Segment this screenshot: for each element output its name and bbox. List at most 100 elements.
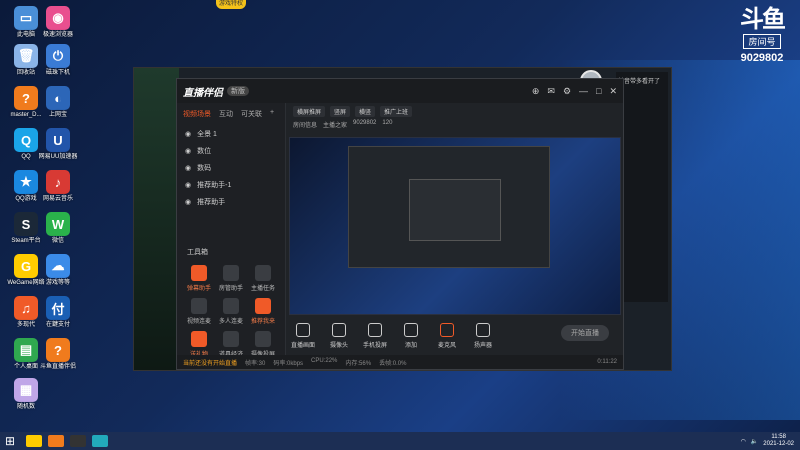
desktop-icon[interactable]: ◐ 上网宝 — [36, 86, 80, 130]
preview-area: 横屏推屏 竖屏 横竖 推广上班 房间信息 主播之家 9029802 120 — [289, 103, 621, 315]
wegame-taskbar-icon[interactable] — [48, 435, 64, 447]
app-icon: ◉ — [46, 6, 70, 30]
preview-mode-button[interactable]: 推广上班 — [380, 106, 413, 117]
tool-button[interactable]: 多人连麦 — [215, 298, 247, 325]
tool-button[interactable]: 视频连麦 — [183, 298, 215, 325]
volume-icon[interactable]: 🔈 — [751, 438, 758, 445]
status-bar: 当前还没有开始直播 帧率:30 码率:0kbps CPU:22% 内存:56% 丢帧:0… — [177, 355, 623, 369]
desktop-icon-label: 上网宝 — [48, 112, 67, 118]
go-live-button[interactable]: 开始直播 — [561, 325, 609, 341]
tab[interactable]: + — [270, 109, 274, 119]
control-icon — [440, 323, 454, 337]
tool-button[interactable]: 推荐我来 — [247, 298, 279, 325]
tool-label: 多人连麦 — [218, 319, 243, 325]
douyu-watermark: 斗鱼 房间号 9029802 — [732, 6, 792, 65]
titlebar-icon[interactable]: ✉ — [547, 86, 555, 97]
control-icon — [332, 323, 346, 337]
desktop-icon-label: 游戏等等 — [45, 280, 70, 286]
eye-icon[interactable]: ◉ — [185, 198, 191, 206]
source-control[interactable]: 扬声器 — [469, 323, 497, 349]
desktop-icon-label: 多现代 — [16, 322, 35, 328]
desktop-icon-label: QQ游戏 — [15, 196, 37, 202]
room-info: 房间信息 主播之家 9029802 120 — [289, 120, 619, 129]
tab[interactable]: 视频场景 — [183, 109, 211, 119]
eye-icon[interactable]: ◉ — [185, 130, 191, 138]
control-icon — [476, 323, 490, 337]
tool-button[interactable]: 道具经济 — [215, 331, 247, 358]
app-icon: ? — [46, 338, 70, 362]
steam-taskbar-icon[interactable] — [70, 435, 86, 447]
scene-label: 推荐助手 — [197, 198, 226, 206]
preview-mode-button[interactable]: 横屏推屏 — [293, 106, 326, 117]
titlebar-controls: ⊕ ✉ ⚙ — □ ✕ — [532, 86, 617, 97]
titlebar-icon[interactable]: ✕ — [609, 86, 617, 97]
tool-button[interactable]: 摄像投屏 — [247, 331, 279, 358]
network-icon[interactable]: ◠ — [741, 438, 746, 445]
app-icon: U — [46, 128, 70, 152]
source-control[interactable]: 摄像头 — [325, 323, 353, 349]
titlebar-icon[interactable]: ⊕ — [532, 86, 540, 97]
desktop-icon-label: 网易云音乐 — [42, 196, 73, 202]
room-label: 房间号 — [743, 34, 781, 49]
control-label: 手机投屏 — [362, 343, 387, 349]
eye-icon[interactable]: ◉ — [185, 147, 191, 155]
app-icon: ♪ — [46, 170, 70, 194]
titlebar-icon[interactable]: ⚙ — [563, 86, 571, 97]
scene-panel: 视频场景 互动 可关联 + ◉ 全景 1 ◉ 数位 ◉ 数码 ◉ 推荐助手-1 ◉ 推荐助手 工具箱 弹… — [177, 103, 286, 369]
tool-label: 推荐我来 — [250, 319, 275, 325]
desktop-icon[interactable]: 付在鍵支付 — [36, 296, 80, 340]
desktop-icon[interactable]: ☁ 游戏等等 — [36, 254, 80, 298]
source-control[interactable]: 直播画面 — [289, 323, 317, 349]
tool-icon — [191, 331, 207, 347]
douyu-logo: 斗鱼 — [740, 6, 786, 33]
tool-button[interactable]: 送礼物 — [183, 331, 215, 358]
preview-mode-button[interactable]: 横竖 — [355, 106, 376, 117]
desktop-icon[interactable]: U 网易UU加速器 — [36, 128, 80, 172]
scene-item[interactable]: ◉ 全景 1 — [177, 125, 285, 142]
live-preview-screen[interactable] — [289, 137, 621, 315]
scene-item[interactable]: ◉ 推荐助手 — [177, 193, 285, 210]
tool-icon — [255, 265, 271, 281]
scene-item[interactable]: ◉ 数位 — [177, 142, 285, 159]
control-label: 麦克风 — [437, 343, 456, 349]
desktop-icon[interactable]: ♪ 网易云音乐 — [36, 170, 80, 214]
desktop-icon[interactable]: ? 斗鱼直播伴侣 — [36, 338, 80, 382]
eye-icon[interactable]: ◉ — [185, 164, 191, 172]
desktop-icon-label: 斗鱼直播伴侣 — [39, 364, 76, 370]
explorer-icon[interactable] — [26, 435, 42, 447]
source-control[interactable]: 手机投屏 — [361, 323, 389, 349]
tool-icon — [255, 298, 271, 314]
clock[interactable]: 11:58 2021-12-02 — [763, 434, 794, 448]
source-control[interactable]: 麦克风 — [433, 323, 461, 349]
eye-icon[interactable]: ◉ — [185, 181, 191, 189]
desktop-icon[interactable]: ▦ 随机数 — [4, 378, 48, 422]
app-icon: ★ — [14, 170, 38, 194]
desktop-icon[interactable]: ⏻ 磁珠下机 — [36, 44, 80, 88]
windows-start-icon[interactable]: ⊞ — [0, 434, 20, 448]
scene-item[interactable]: ◉ 数码 — [177, 159, 285, 176]
game-badge[interactable]: 游戏特权 — [216, 0, 246, 9]
clock-date: 2021-12-02 — [763, 441, 794, 447]
tool-button[interactable]: 房管助手 — [215, 265, 247, 292]
tab[interactable]: 可关联 — [241, 109, 262, 119]
control-label: 直播画面 — [290, 343, 315, 349]
preview-mode-button[interactable]: 竖屏 — [330, 106, 351, 117]
tool-icon — [223, 265, 239, 281]
tool-icon — [255, 331, 271, 347]
taskbar: ⊞ ◠ 🔈 11:58 2021-12-02 — [0, 432, 800, 450]
app-icon: 🗑 — [14, 44, 38, 68]
control-label: 摄像头 — [329, 343, 348, 349]
titlebar-icon[interactable]: — — [579, 86, 588, 97]
tab[interactable]: 互动 — [219, 109, 233, 119]
tool-button[interactable]: 主播任务 — [247, 265, 279, 292]
titlebar-icon[interactable]: □ — [596, 86, 601, 97]
live-app-window: 直播伴侣 新版 ⊕ ✉ ⚙ — □ ✕ 视频场景 互动 可关联 + ◉ 全景 1 ◉ 数位 ◉ 数码 ◉ 推荐… — [176, 78, 624, 370]
tool-button[interactable]: 弹幕助手 — [183, 265, 215, 292]
control-icon — [296, 323, 310, 337]
app-taskbar-icon[interactable] — [92, 435, 108, 447]
system-tray: ◠ 🔈 11:58 2021-12-02 — [741, 434, 800, 448]
source-control[interactable]: 添加 — [397, 323, 425, 349]
desktop-icon[interactable]: W 微信 — [36, 212, 80, 256]
scene-item[interactable]: ◉ 推荐助手-1 — [177, 176, 285, 193]
app-titlebar: 直播伴侣 新版 ⊕ ✉ ⚙ — □ ✕ — [177, 79, 623, 103]
